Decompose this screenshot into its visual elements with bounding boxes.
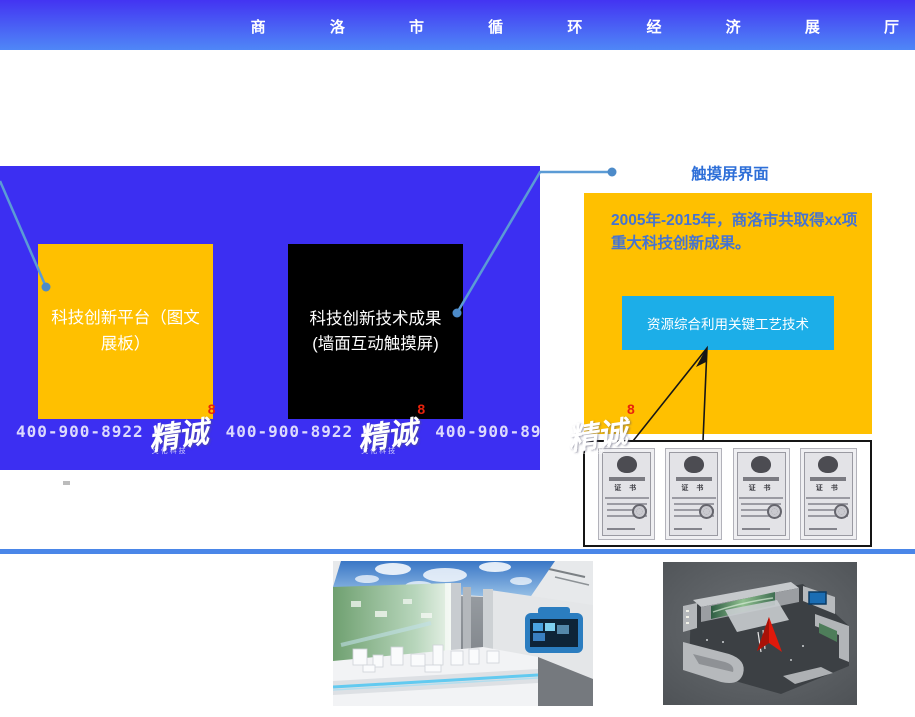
- certificate-thumbnail: 证 书: [733, 448, 790, 540]
- seal-icon: [767, 504, 782, 519]
- touchscreen-intro-panel: 2005年-2015年，商洛市共取得xx项重大科技创新成果。 资源综合利用关键工…: [584, 193, 872, 434]
- header-bar: 商 洛 市 循 环 经 济 展 厅: [0, 0, 915, 50]
- exhibit-hall-render-photo: [333, 561, 593, 706]
- touchwall-label-line2: (墙面互动触摸屏): [312, 332, 439, 357]
- graphic-board-label: 科技创新平台（图文展板）: [49, 306, 202, 357]
- callout-dot: [608, 168, 617, 177]
- page-title: 商 洛 市 循 环 经 济 展 厅: [251, 16, 915, 37]
- touchwall-panel: 科技创新技术成果 (墙面互动触摸屏): [288, 244, 463, 419]
- stray-mark: [63, 481, 70, 485]
- emblem-icon: [818, 456, 838, 473]
- certificate-title: 证 书: [816, 483, 841, 493]
- graphic-board-panel: 科技创新平台（图文展板）: [38, 244, 213, 419]
- tech-topic-button[interactable]: 资源综合利用关键工艺技术: [622, 296, 834, 350]
- touchscreen-ui-label: 触摸屏界面: [640, 162, 820, 184]
- floorplan-render-photo: [663, 562, 857, 705]
- touchwall-label-line1: 科技创新技术成果: [310, 307, 442, 332]
- seal-icon: [632, 504, 647, 519]
- slide-page: 商 洛 市 循 环 经 济 展 厅 科技创新平台（图文展板） 科技创新技术成果 …: [0, 0, 915, 717]
- section-divider: [0, 549, 915, 554]
- certificate-thumbnail: 证 书: [665, 448, 722, 540]
- certificate-title: 证 书: [614, 483, 639, 493]
- seal-icon: [699, 504, 714, 519]
- emblem-icon: [617, 456, 637, 473]
- certificate-title: 证 书: [681, 483, 706, 493]
- certificates-box: 证 书 证 书 证 书: [583, 440, 872, 547]
- seal-icon: [834, 504, 849, 519]
- certificate-thumbnail: 证 书: [598, 448, 655, 540]
- emblem-icon: [751, 456, 771, 473]
- certificate-thumbnail: 证 书: [800, 448, 857, 540]
- emblem-icon: [684, 456, 704, 473]
- certificate-title: 证 书: [749, 483, 774, 493]
- intro-text: 2005年-2015年，商洛市共取得xx项重大科技创新成果。: [611, 209, 861, 256]
